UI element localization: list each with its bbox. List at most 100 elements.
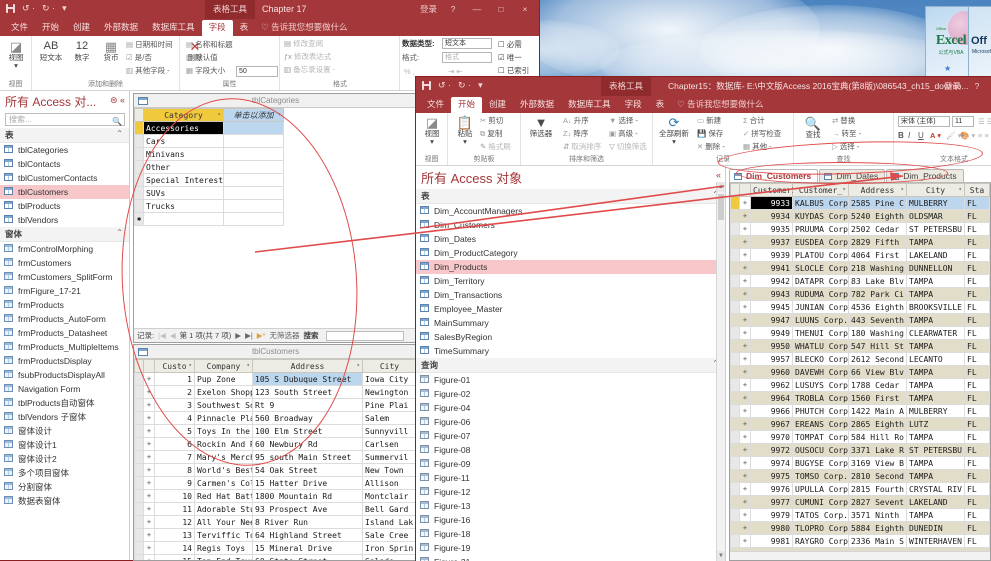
row-selector[interactable] (134, 541, 144, 555)
row-selector[interactable] (134, 385, 144, 399)
tblcustomers-grid[interactable]: Custo ▾ Company ▾ Address ▾ City +1 Pup Zone… (134, 359, 417, 560)
cell-address[interactable]: 584 Hill Ro (848, 430, 907, 444)
expand-row-icon[interactable]: + (739, 313, 751, 327)
cell-city[interactable]: MULBERRY (906, 404, 965, 418)
expand-row-icon[interactable]: + (143, 515, 155, 529)
align-buttons[interactable]: ≡ ≡ ≡ (978, 131, 991, 141)
row-selector[interactable] (730, 365, 740, 379)
cell-state[interactable]: FL (964, 508, 990, 522)
sidebar-item-dim-transactions[interactable]: Dim_Transactions (416, 288, 725, 302)
sidebar-item-tblcontacts[interactable]: tblContacts (0, 157, 129, 171)
tab-table[interactable]: 表 (649, 97, 672, 113)
restore-button[interactable]: □ (493, 0, 509, 19)
row-selector[interactable] (730, 534, 740, 548)
cell-address[interactable]: 64 Highland Street (252, 528, 363, 542)
cell-city[interactable]: DUNNELLON (906, 261, 965, 275)
cell-customer-id[interactable]: 14 (154, 541, 195, 555)
row-selector[interactable] (134, 160, 144, 174)
expand-row-icon[interactable]: + (739, 261, 751, 275)
row-selector[interactable] (134, 121, 144, 135)
chevron-down-icon[interactable]: ▾ (188, 362, 192, 369)
cell-address[interactable]: 4536 Eighth (848, 300, 907, 314)
table-row[interactable]: +6Rockin And Roll60 Newbury RdCarlsen (134, 437, 417, 451)
cell-city[interactable]: Allison (362, 476, 417, 490)
row-selector[interactable] (134, 476, 144, 490)
cell-city[interactable]: Carlsen (362, 437, 417, 451)
chevron-down-icon[interactable]: ▾ (217, 111, 221, 118)
new-record-button[interactable]: ▶* (257, 331, 266, 340)
cell-city[interactable]: TAMPA (906, 235, 965, 249)
expand-row-icon[interactable]: + (143, 450, 155, 464)
cell-customer-name[interactable]: RUDUMA Corp (792, 287, 849, 301)
cell-city[interactable]: CRYSTAL RIV (906, 482, 965, 496)
sidebar-item-dim-customers[interactable]: Dim_Customers (416, 218, 725, 232)
cell-customer-id[interactable]: 9974 (750, 456, 793, 470)
table-row[interactable]: +9934 KUYDAS Corp 5240 Eighth OLDSMAR FL (730, 209, 990, 223)
table-row[interactable]: +9935 PRUUMA Corp 2502 Cedar ST PETERSBU FL (730, 222, 990, 236)
cell-city[interactable]: Newington (362, 385, 417, 399)
view-button[interactable]: ◪ 视图 ▾ (417, 115, 447, 146)
row-selector[interactable] (134, 528, 144, 542)
cell-address[interactable]: 15 Mineral Drive (252, 541, 363, 555)
cell-customer-id[interactable]: 9947 (750, 313, 793, 327)
filter-status[interactable]: 无筛选器 (269, 330, 299, 341)
search-icon[interactable]: 🔍 (109, 116, 122, 128)
scroll-down-icon[interactable]: ▼ (717, 551, 725, 561)
sidebar-item-navigation-form[interactable]: Navigation Form (0, 382, 129, 396)
expand-row-icon[interactable]: + (739, 417, 751, 431)
window1-titlebar-controls[interactable]: 登录 ? — □ × (420, 0, 537, 19)
cell-address[interactable]: 105 S Dubuque Street (252, 372, 363, 386)
tab-database-tools[interactable]: 数据库工具 (561, 97, 618, 113)
cell-category[interactable]: Special Interest (143, 173, 224, 187)
advanced-item[interactable]: ▣ 高级 - (609, 129, 638, 139)
cell-address[interactable]: 2612 Second (848, 352, 907, 366)
cell-customer-id[interactable]: 9970 (750, 430, 793, 444)
expand-row-icon[interactable]: + (739, 495, 751, 509)
cell-address[interactable]: 443 Seventh (848, 313, 907, 327)
sidebar-item-dim-productcategory[interactable]: Dim_ProductCategory (416, 246, 725, 260)
cut-item[interactable]: ✂ 剪切 (480, 116, 503, 126)
save-icon[interactable] (422, 81, 431, 90)
cell-address[interactable]: 2810 Second (848, 469, 907, 483)
expand-row-icon[interactable]: + (143, 437, 155, 451)
tab-external-data[interactable]: 外部数据 (513, 97, 561, 113)
row-selector[interactable] (730, 274, 740, 288)
tab-database-tools[interactable]: 数据库工具 (145, 20, 202, 36)
row-selector[interactable] (730, 495, 740, 509)
table-row[interactable]: +9967 EREANS Corp 2865 Eighth LUTZ FL (730, 417, 990, 431)
row-selector[interactable] (730, 508, 740, 522)
cell-state[interactable]: FL (964, 469, 990, 483)
close-button[interactable]: × (517, 0, 533, 19)
signin-link[interactable]: 登录 (944, 77, 961, 96)
format-select[interactable]: 格式 (442, 52, 492, 63)
cell-address[interactable]: 2502 Cedar (848, 222, 907, 236)
sidebar-item-figure-18[interactable]: Figure-18 (416, 527, 725, 541)
sidebar-item-tblvendors-[interactable]: tblVendors 子窗体 (0, 410, 129, 424)
prev-record-button[interactable]: ◀ (170, 331, 176, 340)
sidebar-item-mainsummary[interactable]: MainSummary (416, 316, 725, 330)
expand-row-icon[interactable]: + (739, 482, 751, 496)
navpane-vertical-scrollbar[interactable]: ▲ ▼ (716, 182, 725, 561)
cell-state[interactable]: FL (964, 391, 990, 405)
sidebar-item--[interactable]: 分割窗体 (0, 480, 129, 494)
row-selector[interactable] (134, 424, 144, 438)
navgroup-forms-items[interactable]: frmControlMorphing frmCustomers frmCustome… (0, 242, 129, 508)
cell-company[interactable]: Adorable Stuff (194, 502, 253, 516)
view-dropdown-arrow[interactable]: ▾ (417, 138, 447, 146)
field-size-input[interactable]: 50 (236, 66, 278, 77)
last-record-button[interactable]: ▶| (245, 331, 253, 340)
cell-customer-id[interactable]: 11 (154, 502, 195, 516)
expand-row-icon[interactable]: + (739, 365, 751, 379)
row-selector[interactable] (730, 222, 740, 236)
sidebar-item-dim-territory[interactable]: Dim_Territory (416, 274, 725, 288)
cell-city[interactable]: Sunnyvill (362, 424, 417, 438)
cell-city[interactable]: TAMPA (906, 339, 965, 353)
cell-customer-id[interactable]: 9981 (750, 534, 793, 548)
row-selector[interactable] (730, 456, 740, 470)
default-value-item[interactable]: ▥ 默认值 (186, 53, 218, 63)
cell-city[interactable]: Salem (362, 411, 417, 425)
expand-row-icon[interactable]: + (739, 300, 751, 314)
cell-address[interactable]: 2829 Fifth (848, 235, 907, 249)
cell-state[interactable]: FL (964, 404, 990, 418)
row-selector[interactable] (730, 339, 740, 353)
